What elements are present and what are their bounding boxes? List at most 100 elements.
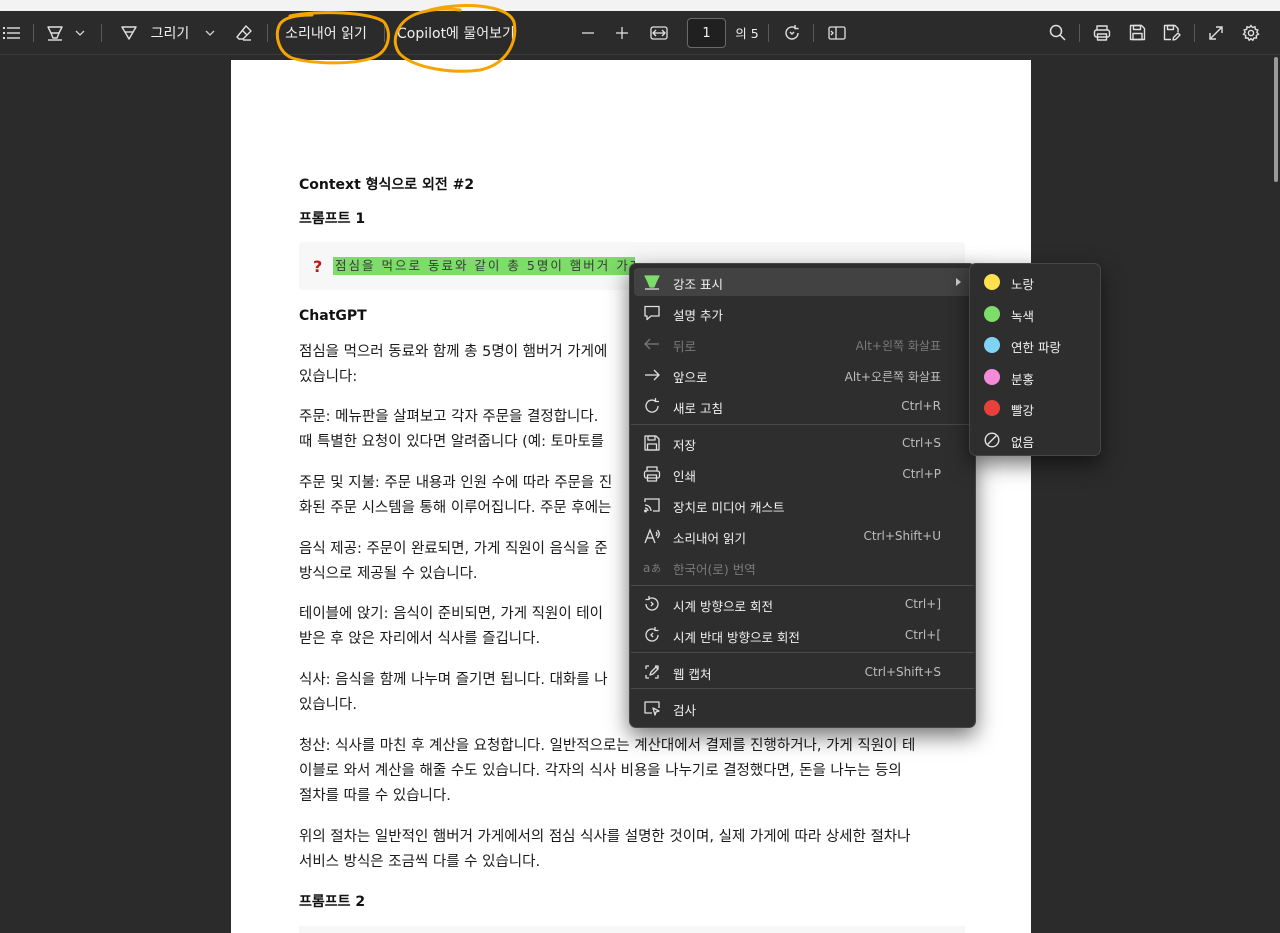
- answer-paragraph: 위의 절차는 일반적인 햄버거 가게에서의 점심 식사를 설명한 것이며, 실제…: [299, 829, 911, 870]
- draw-button[interactable]: 그리기: [148, 11, 192, 54]
- highlight-color-option[interactable]: 없음: [974, 426, 1096, 454]
- eraser-icon[interactable]: [233, 11, 255, 54]
- context-menu-item-label: 뒤로: [673, 339, 697, 354]
- prompt1-heading: 프롬프트 1: [299, 211, 366, 227]
- toolbar-separator: [1079, 24, 1080, 42]
- copilot-button[interactable]: Copilot에 물어보기: [397, 11, 519, 54]
- highlight-color-submenu: 노랑녹색연한 파랑분홍빨강없음: [969, 263, 1101, 456]
- color-swatch-icon: [984, 368, 1000, 385]
- highlight-color-label: 노랑: [1011, 277, 1035, 292]
- page-view-icon[interactable]: [826, 11, 848, 54]
- print-icon[interactable]: [1091, 11, 1113, 54]
- highlight-color-label: 연한 파랑: [1011, 340, 1061, 355]
- context-menu-item-label: 웹 캡처: [673, 667, 712, 682]
- context-menu-item[interactable]: 새로 고침 Ctrl+R: [634, 392, 971, 420]
- context-menu-item[interactable]: 시계 방향으로 회전 Ctrl+]: [634, 590, 971, 618]
- plus-icon[interactable]: [612, 11, 632, 54]
- fit-width-icon[interactable]: [648, 11, 670, 54]
- highlight-color-option[interactable]: 연한 파랑: [974, 331, 1096, 359]
- context-menu-item-label: 검사: [673, 703, 697, 718]
- context-menu-item-label: 장치로 미디어 캐스트: [673, 500, 785, 515]
- highlight-color-option[interactable]: 빨강: [974, 394, 1096, 422]
- context-menu-item[interactable]: 앞으로 Alt+오른쪽 화살표: [634, 361, 971, 389]
- context-menu-item-label: 시계 반대 방향으로 회전: [673, 630, 800, 645]
- color-swatch-icon: [984, 337, 1000, 353]
- highlighted-prompt-text[interactable]: 점심을 먹으로 동료와 같이 총 5명이 햄버거 가게에 가서: [333, 257, 635, 275]
- toolbar-separator: [267, 24, 268, 42]
- toolbar-separator: [1194, 24, 1195, 42]
- context-menu-item-label: 한국어(로) 번역: [673, 562, 756, 577]
- context-menu-item[interactable]: 소리내어 읽기 Ctrl+Shift+U: [634, 522, 971, 550]
- save-as-icon[interactable]: [1161, 11, 1183, 54]
- gear-icon[interactable]: [1240, 11, 1262, 54]
- context-menu-item[interactable]: 웹 캡처 Ctrl+Shift+S: [634, 658, 971, 686]
- highlighter-icon[interactable]: [44, 11, 66, 54]
- draw-icon[interactable]: [118, 11, 140, 54]
- toolbar-separator: [768, 24, 769, 42]
- highlight-color-option[interactable]: 녹색: [974, 300, 1096, 328]
- svg-text:あ: あ: [651, 563, 661, 575]
- highlight-color-option[interactable]: 분홍: [974, 363, 1096, 391]
- highlight-color-label: 녹색: [1011, 308, 1035, 324]
- cast-icon: [643, 496, 661, 514]
- comment-icon: [643, 304, 661, 322]
- context-menu-item[interactable]: 장치로 미디어 캐스트: [634, 491, 971, 519]
- context-menu-item[interactable]: 검사: [634, 694, 971, 722]
- context-menu-item[interactable]: 설명 추가: [634, 299, 971, 327]
- menu-separator: [631, 585, 974, 586]
- page-total-label: 의 5: [735, 26, 759, 41]
- menu-separator: [631, 688, 974, 689]
- menu-separator: [631, 424, 974, 425]
- search-icon[interactable]: [1046, 11, 1068, 54]
- highlighter-icon: [643, 273, 661, 291]
- context-menu: 강조 표시설명 추가뒤로 Alt+왼쪽 화살표앞으로 Alt+오른쪽 화살표새로 고…: [629, 263, 976, 728]
- page-number-input[interactable]: 1: [687, 18, 726, 48]
- context-menu-item: a あ 한국어(로) 번역: [634, 553, 971, 581]
- menu-separator: [631, 652, 974, 653]
- chatgpt-heading: ChatGPT: [299, 308, 367, 324]
- answer-paragraph: 청산: 식사를 마친 후 계산을 요청합니다. 일반적으로는 계산대에서 결제를…: [299, 738, 916, 804]
- translate-icon: aあ: [643, 558, 661, 576]
- toolbar-separator: [813, 24, 814, 42]
- window-top-edge: [0, 0, 1280, 11]
- context-menu-shortcut: Alt+왼쪽 화살표: [855, 339, 941, 353]
- read-aloud-button[interactable]: 소리내어 읽기: [280, 11, 372, 54]
- context-menu-shortcut: Alt+오른쪽 화살표: [844, 370, 941, 384]
- highlight-color-label: 없음: [1011, 434, 1035, 450]
- print-icon: [643, 465, 661, 483]
- rotate-icon[interactable]: [781, 11, 803, 54]
- context-menu-shortcut: Ctrl+[: [904, 628, 941, 642]
- context-menu-item[interactable]: 시계 반대 방향으로 회전 Ctrl+[: [634, 621, 971, 649]
- scrollbar-thumb[interactable]: [1274, 57, 1278, 182]
- save-icon: [643, 434, 661, 452]
- highlight-chevron-down-icon[interactable]: [72, 11, 88, 54]
- context-menu-shortcut: Ctrl+Shift+S: [864, 665, 941, 679]
- arrow-left-icon: [643, 335, 661, 353]
- context-menu-item[interactable]: 강조 표시: [634, 268, 971, 296]
- context-menu-shortcut: Ctrl+]: [904, 597, 941, 611]
- refresh-icon: [643, 397, 661, 415]
- vertical-scrollbar[interactable]: [1272, 55, 1280, 933]
- draw-chevron-down-icon[interactable]: [202, 11, 218, 54]
- context-menu-item-label: 소리내어 읽기: [673, 531, 746, 546]
- svg-text:a: a: [643, 561, 650, 575]
- minus-icon[interactable]: [578, 11, 598, 54]
- question-mark-icon: ?: [313, 257, 323, 276]
- web-capture-icon: [643, 663, 661, 681]
- fullscreen-icon[interactable]: [1205, 11, 1227, 54]
- context-menu-item-label: 강조 표시: [673, 277, 723, 292]
- list-icon[interactable]: [0, 11, 24, 54]
- context-menu-item-label: 설명 추가: [673, 308, 723, 323]
- toolbar-separator: [384, 24, 385, 42]
- context-menu-shortcut: Ctrl+R: [901, 399, 941, 413]
- save-icon[interactable]: [1126, 11, 1148, 54]
- read-aloud-icon: [643, 527, 661, 545]
- prompt2-heading: 프롬프트 2: [299, 894, 366, 910]
- context-menu-item[interactable]: 저장 Ctrl+S: [634, 429, 971, 457]
- highlight-color-label: 빨강: [1011, 403, 1035, 418]
- rotate-ccw-icon: [643, 626, 661, 644]
- color-swatch-icon: [984, 400, 1000, 416]
- context-menu-shortcut: Ctrl+Shift+U: [863, 529, 941, 543]
- context-menu-item[interactable]: 인쇄 Ctrl+P: [634, 460, 971, 488]
- highlight-color-option[interactable]: 노랑: [974, 268, 1096, 296]
